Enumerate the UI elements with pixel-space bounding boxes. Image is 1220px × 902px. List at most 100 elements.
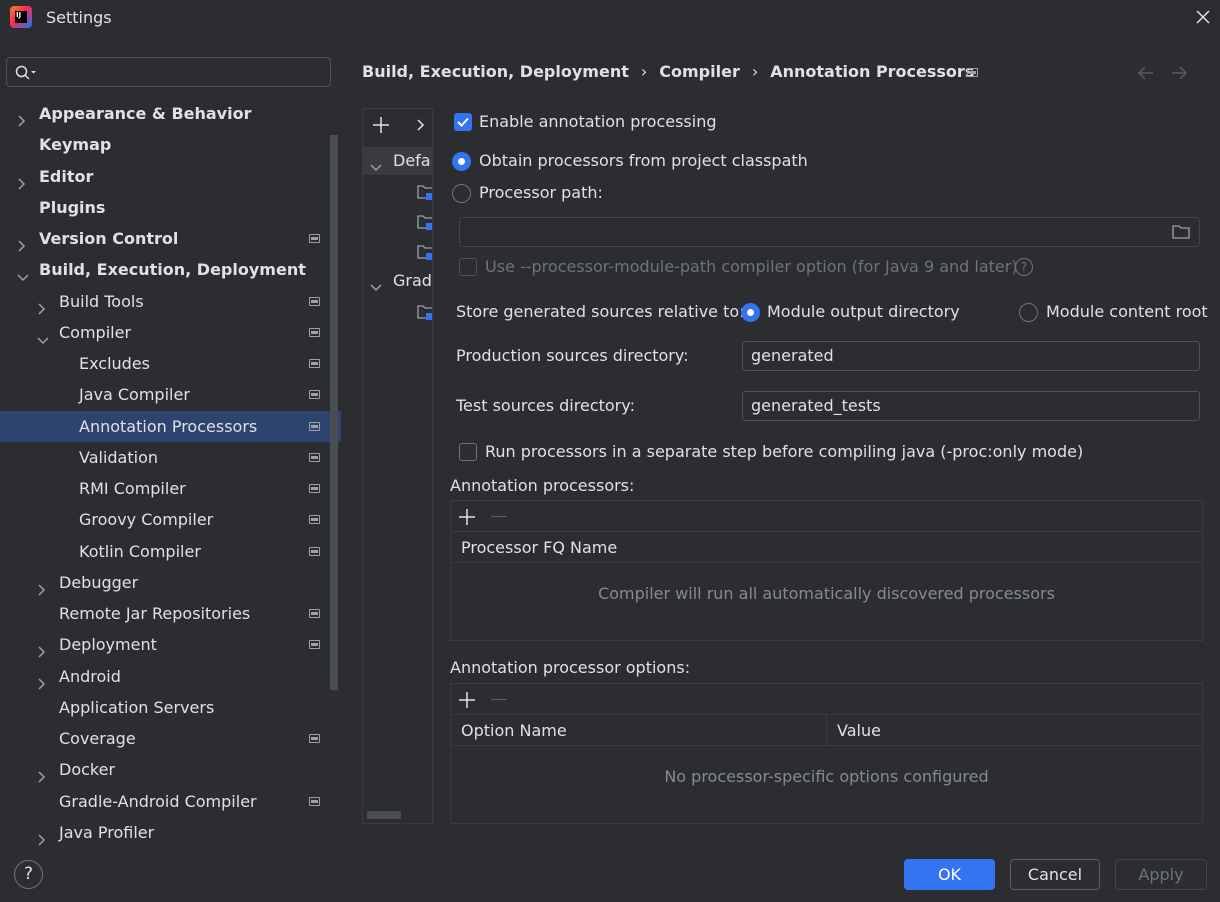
sidebar-item-label: Deployment bbox=[59, 635, 157, 654]
module-row[interactable] bbox=[363, 237, 432, 265]
table-header: Processor FQ Name bbox=[451, 532, 1202, 563]
sidebar-item-docker[interactable]: Docker bbox=[0, 754, 327, 785]
profile-group-label: Default bbox=[393, 151, 432, 170]
sidebar-item-editor[interactable]: Editor bbox=[0, 161, 327, 192]
add-option-plus-icon[interactable] bbox=[457, 690, 477, 710]
help-icon[interactable]: ? bbox=[1015, 258, 1033, 276]
sidebar-item-java-profiler[interactable]: Java Profiler bbox=[0, 817, 327, 848]
sidebar-item-label: Build, Execution, Deployment bbox=[39, 260, 306, 279]
test-sources-label: Test sources directory: bbox=[456, 396, 635, 415]
sidebar-item-build-execution-deployment[interactable]: Build, Execution, Deployment bbox=[0, 254, 327, 285]
store-generated-label: Store generated sources relative to: bbox=[456, 302, 745, 321]
sidebar-item-label: Application Servers bbox=[59, 698, 215, 717]
sidebar-item-coverage[interactable]: Coverage bbox=[0, 723, 327, 754]
sidebar-item-keymap[interactable]: Keymap bbox=[0, 129, 327, 160]
sidebar-item-debugger[interactable]: Debugger bbox=[0, 567, 327, 598]
sidebar-item-label: Plugins bbox=[39, 198, 106, 217]
module-output-directory-radio[interactable] bbox=[741, 303, 760, 322]
profile-group-row[interactable]: Gradle Imported bbox=[363, 267, 432, 295]
sidebar-item-validation[interactable]: Validation bbox=[0, 442, 327, 473]
annotation-processors-table: Processor FQ Name Compiler will run all … bbox=[450, 500, 1203, 641]
sidebar-item-gradle-android-compiler[interactable]: Gradle-Android Compiler bbox=[0, 786, 327, 817]
module-content-root-radio[interactable] bbox=[1019, 303, 1038, 322]
sidebar-item-build-tools[interactable]: Build Tools bbox=[0, 286, 327, 317]
project-level-icon bbox=[309, 609, 320, 618]
sidebar-item-kotlin-compiler[interactable]: Kotlin Compiler bbox=[0, 536, 327, 567]
production-sources-input[interactable]: generated bbox=[742, 341, 1200, 371]
separate-step-checkbox[interactable] bbox=[459, 443, 477, 461]
sidebar-item-label: Excludes bbox=[79, 354, 151, 373]
module-folder-icon bbox=[417, 212, 432, 230]
column-header-value[interactable]: Value bbox=[827, 715, 1203, 746]
add-profile-plus-icon[interactable] bbox=[371, 115, 391, 135]
sidebar-item-appearance-behavior[interactable]: Appearance & Behavior bbox=[0, 98, 327, 129]
module-folder-icon bbox=[417, 182, 432, 200]
module-row[interactable] bbox=[363, 207, 432, 235]
sidebar-item-groovy-compiler[interactable]: Groovy Compiler bbox=[0, 504, 327, 535]
apply-button[interactable]: Apply bbox=[1115, 859, 1207, 890]
sidebar-item-excludes[interactable]: Excludes bbox=[0, 348, 327, 379]
ok-button[interactable]: OK bbox=[904, 859, 995, 890]
sidebar-item-label: Kotlin Compiler bbox=[79, 542, 201, 561]
processor-path-radio[interactable] bbox=[452, 184, 471, 203]
remove-option-minus-icon[interactable] bbox=[491, 699, 507, 700]
sidebar-item-compiler[interactable]: Compiler bbox=[0, 317, 327, 348]
obtain-from-classpath-label[interactable]: Obtain processors from project classpath bbox=[479, 151, 808, 170]
table-header: Option Name Value bbox=[451, 715, 1202, 746]
processor-module-path-checkbox[interactable] bbox=[459, 258, 477, 276]
module-folder-icon bbox=[417, 302, 432, 320]
add-processor-plus-icon[interactable] bbox=[457, 507, 477, 527]
cancel-button[interactable]: Cancel bbox=[1010, 859, 1100, 890]
project-level-icon bbox=[309, 359, 320, 368]
module-row[interactable] bbox=[363, 297, 432, 325]
forward-arrow-icon[interactable] bbox=[1169, 64, 1189, 82]
column-header-option-name[interactable]: Option Name bbox=[451, 715, 827, 746]
annotation-processors-title: Annotation processors: bbox=[450, 476, 635, 495]
folder-icon[interactable] bbox=[1171, 223, 1191, 245]
sidebar-item-label: Editor bbox=[39, 167, 94, 186]
processor-module-path-label: Use --processor-module-path compiler opt… bbox=[485, 257, 1018, 276]
chevron-right-icon[interactable] bbox=[415, 117, 427, 137]
sidebar-item-label: Gradle-Android Compiler bbox=[59, 792, 257, 811]
sidebar-scrollbar[interactable] bbox=[330, 135, 338, 690]
obtain-from-classpath-radio[interactable] bbox=[452, 152, 471, 171]
profile-group-row[interactable]: Default bbox=[363, 147, 432, 175]
sidebar-item-deployment[interactable]: Deployment bbox=[0, 629, 327, 660]
breadcrumb-item[interactable]: Build, Execution, Deployment bbox=[362, 62, 629, 81]
sidebar-item-version-control[interactable]: Version Control bbox=[0, 223, 327, 254]
empty-table-message: Compiler will run all automatically disc… bbox=[598, 584, 1055, 603]
sidebar-item-label: Android bbox=[59, 667, 121, 686]
breadcrumb-item[interactable]: Compiler bbox=[659, 62, 740, 81]
sidebar-item-plugins[interactable]: Plugins bbox=[0, 192, 327, 223]
sidebar-item-label: Coverage bbox=[59, 729, 136, 748]
sidebar-item-rmi-compiler[interactable]: RMI Compiler bbox=[0, 473, 327, 504]
separate-step-label[interactable]: Run processors in a separate step before… bbox=[485, 442, 1083, 461]
back-arrow-icon[interactable] bbox=[1136, 64, 1156, 82]
test-sources-input[interactable]: generated_tests bbox=[742, 391, 1200, 421]
breadcrumb-separator-icon: › bbox=[640, 62, 648, 81]
profiles-panel: Default Gradle Imported bbox=[362, 108, 433, 824]
chevron-right-icon[interactable] bbox=[36, 826, 48, 857]
column-header-processor-fq-name[interactable]: Processor FQ Name bbox=[451, 532, 1202, 563]
help-button[interactable]: ? bbox=[14, 860, 43, 889]
sidebar-item-java-compiler[interactable]: Java Compiler bbox=[0, 379, 327, 410]
sidebar-item-application-servers[interactable]: Application Servers bbox=[0, 692, 327, 723]
sidebar-item-android[interactable]: Android bbox=[0, 661, 327, 692]
sidebar-item-remote-jar-repositories[interactable]: Remote Jar Repositories bbox=[0, 598, 327, 629]
remove-processor-minus-icon[interactable] bbox=[491, 516, 507, 517]
enable-annotation-processing-checkbox[interactable] bbox=[454, 113, 472, 131]
processor-path-label[interactable]: Processor path: bbox=[479, 183, 603, 202]
module-output-directory-label[interactable]: Module output directory bbox=[767, 302, 960, 321]
sidebar-item-annotation-processors[interactable]: Annotation Processors bbox=[0, 411, 341, 442]
search-input[interactable] bbox=[6, 57, 331, 87]
processor-path-field[interactable] bbox=[459, 217, 1200, 247]
module-content-root-label[interactable]: Module content root bbox=[1046, 302, 1208, 321]
tree-horizontal-scrollbar[interactable] bbox=[367, 811, 401, 819]
project-level-icon bbox=[309, 734, 320, 743]
project-level-icon bbox=[309, 484, 320, 493]
breadcrumb: Build, Execution, Deployment › Compiler › An… bbox=[362, 62, 974, 81]
enable-annotation-processing-label[interactable]: Enable annotation processing bbox=[479, 112, 717, 131]
window-title: Settings bbox=[46, 8, 112, 27]
module-row[interactable] bbox=[363, 177, 432, 205]
close-icon[interactable] bbox=[1192, 6, 1214, 28]
